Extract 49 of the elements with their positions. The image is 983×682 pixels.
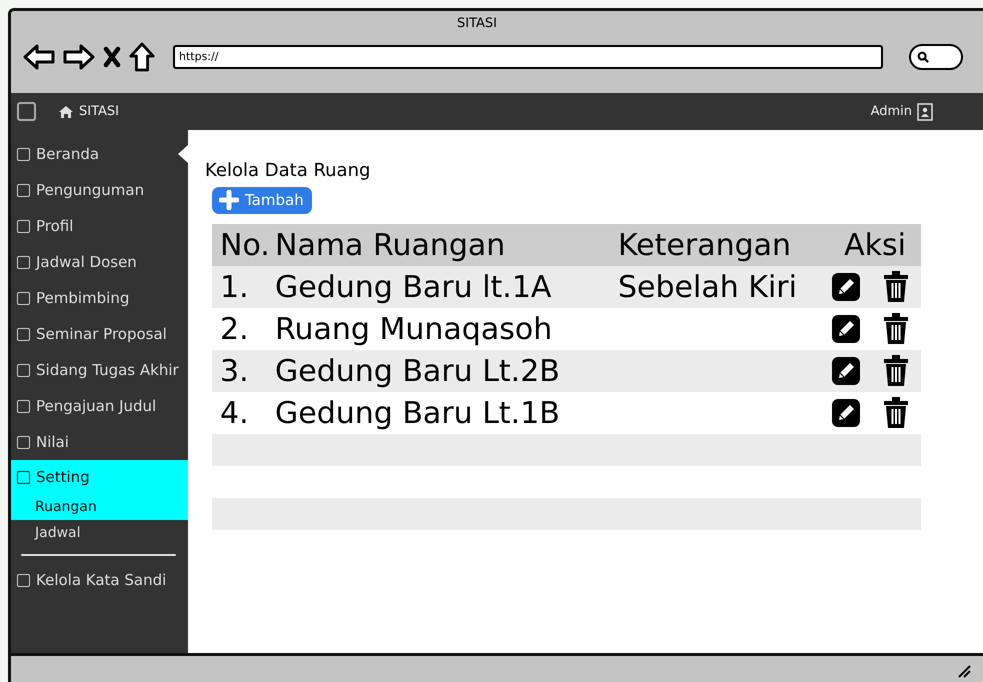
close-icon[interactable] [103,46,121,68]
trash-icon[interactable] [883,397,909,429]
submenu-item[interactable]: Ruangan [11,494,188,520]
plus-icon [219,190,239,210]
edit-icon[interactable] [832,399,860,427]
table-cell-text: Sebelah Kiri [618,270,798,304]
sidebar-item[interactable]: Seminar Proposal [11,316,188,352]
resize-grip-icon [957,664,971,678]
sidebar-item[interactable]: Profil [11,208,188,244]
table-cell-text: Gedung Baru lt.1A [275,270,552,304]
search-icon [917,51,929,63]
sidebar-item[interactable]: Sidang Tugas Akhir [11,352,188,388]
back-icon[interactable] [23,43,55,71]
address-field[interactable]: https:// [173,45,883,69]
user-icon[interactable] [917,102,933,120]
checkbox-icon[interactable] [17,102,36,121]
table-cell-text: 1. [219,270,250,304]
window-title: SITASI [456,15,498,33]
column-header: Aksi [843,228,907,262]
table-cell-text: 4. [219,396,250,430]
forward-icon[interactable] [63,43,95,71]
brand-title[interactable]: SITASI [79,104,119,119]
trash-icon[interactable] [883,313,909,345]
edit-icon[interactable] [832,315,860,343]
column-header: No. [219,228,271,262]
page-title: Kelola Data Ruang [205,160,372,181]
sidebar-item[interactable]: Kelola Kata Sandi [11,562,188,598]
sidebar-item[interactable]: Setting [11,460,188,494]
table-cell-text: Ruang Munaqasoh [275,312,554,346]
sidebar-item[interactable]: Pembimbing [11,280,188,316]
table-cell-text: 3. [219,354,250,388]
trash-icon[interactable] [883,271,909,303]
submenu-item[interactable]: Jadwal [11,520,188,546]
table-cell-text: Gedung Baru Lt.1B [275,396,561,430]
search-field[interactable] [909,44,963,70]
sidebar-item[interactable]: Nilai [11,424,188,460]
user-name[interactable]: Admin [870,104,912,119]
sidebar-item[interactable]: Jadwal Dosen [11,244,188,280]
column-header: Keterangan [618,228,792,262]
trash-icon[interactable] [883,355,909,387]
column-header: Nama Ruangan [275,228,506,262]
table-cell-text: Gedung Baru Lt.2B [275,354,561,388]
add-button[interactable]: Tambah [212,187,312,214]
table-cell-text: 2. [219,312,250,346]
sidebar-item[interactable]: Pengunguman [11,172,188,208]
edit-icon[interactable] [832,357,860,385]
sidebar-item[interactable]: Beranda [11,136,188,172]
sidebar-item[interactable]: Pengajuan Judul [11,388,188,424]
edit-icon[interactable] [832,273,860,301]
